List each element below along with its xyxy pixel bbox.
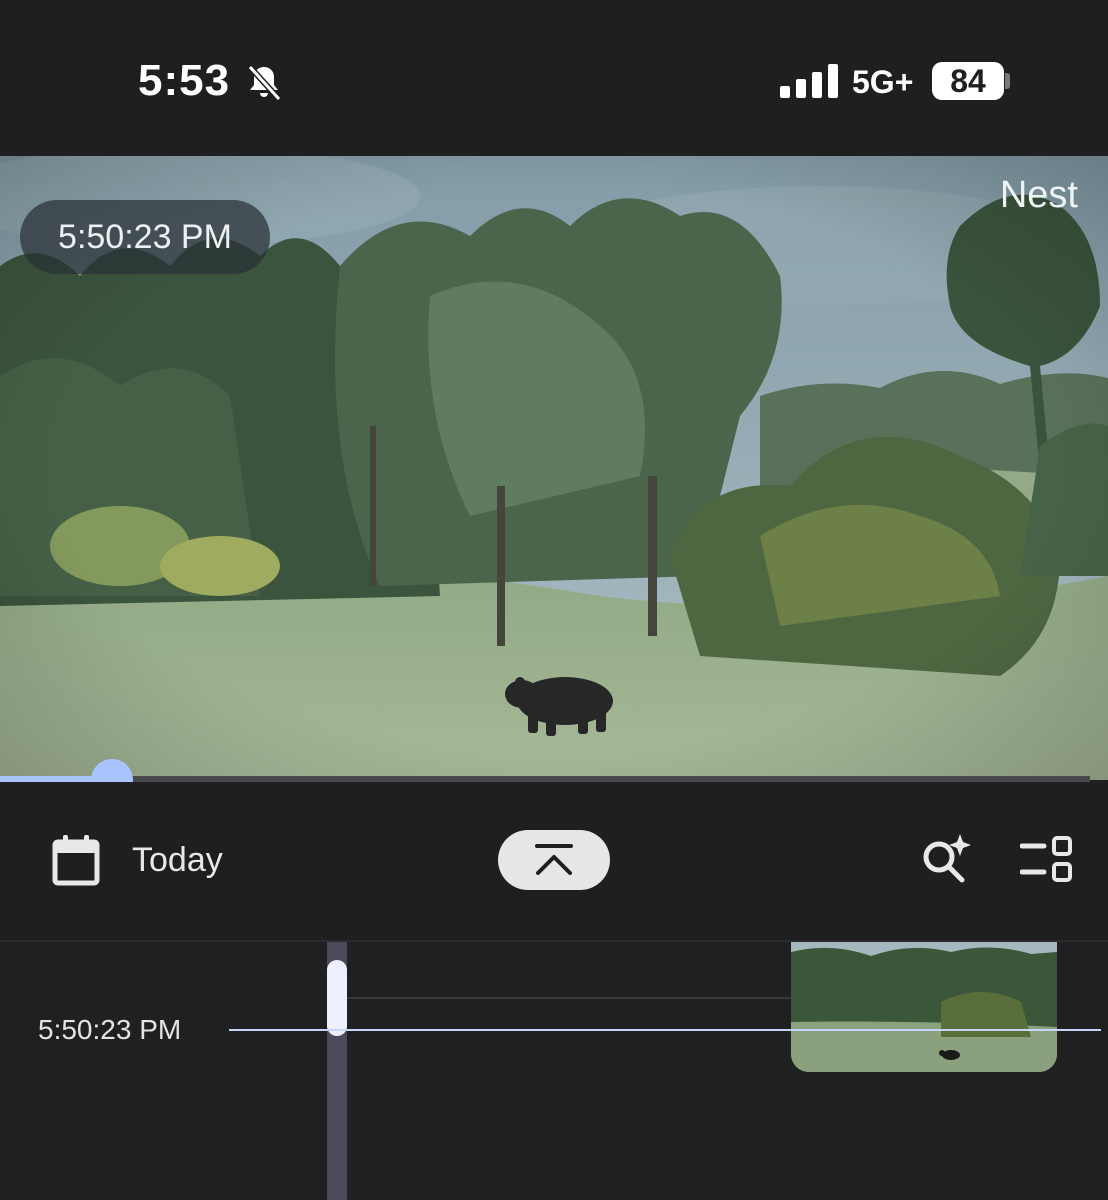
status-bar: 5:53 5G+ 84 [0, 0, 1108, 156]
search-spark-icon[interactable] [920, 832, 972, 884]
battery-indicator: 84 [932, 62, 1004, 100]
network-label: 5G+ [852, 64, 914, 100]
chevron-up-bar-icon [535, 844, 573, 875]
calendar-icon[interactable] [52, 834, 100, 886]
expand-timeline-button[interactable] [498, 830, 610, 890]
timeline-gridline [347, 997, 791, 999]
camera-video[interactable]: 5:50:23 PM Nest [0, 156, 1108, 780]
timeline-cursor-time: 5:50:23 PM [38, 1014, 182, 1045]
toolbar: Today [0, 782, 1108, 940]
nest-logo: Nest [999, 174, 1078, 216]
event-thumbnail-image [791, 942, 1057, 1072]
video-timestamp: 5:50:23 PM [20, 200, 270, 274]
filter-icon[interactable] [1020, 836, 1074, 882]
signal-icon [780, 64, 838, 98]
battery-cap [1005, 73, 1010, 89]
date-selector-label[interactable]: Today [132, 841, 223, 880]
timeline-cursor-line [229, 1029, 1101, 1031]
timeline-handle[interactable] [327, 960, 347, 1036]
event-thumbnail[interactable] [791, 942, 1057, 1072]
status-time: 5:53 [138, 56, 231, 105]
bell-off-icon [247, 64, 282, 102]
event-timeline[interactable]: 5:50:23 PM [0, 940, 1108, 1200]
